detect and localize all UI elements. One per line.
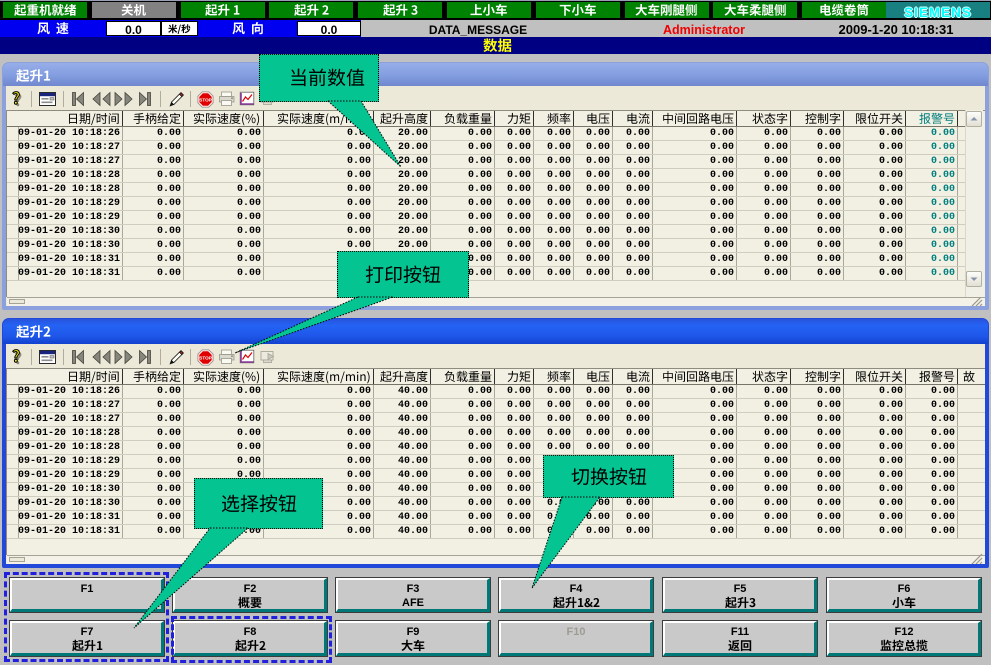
svg-text:STOP: STOP bbox=[199, 355, 211, 360]
svg-text:STOP: STOP bbox=[199, 97, 211, 102]
